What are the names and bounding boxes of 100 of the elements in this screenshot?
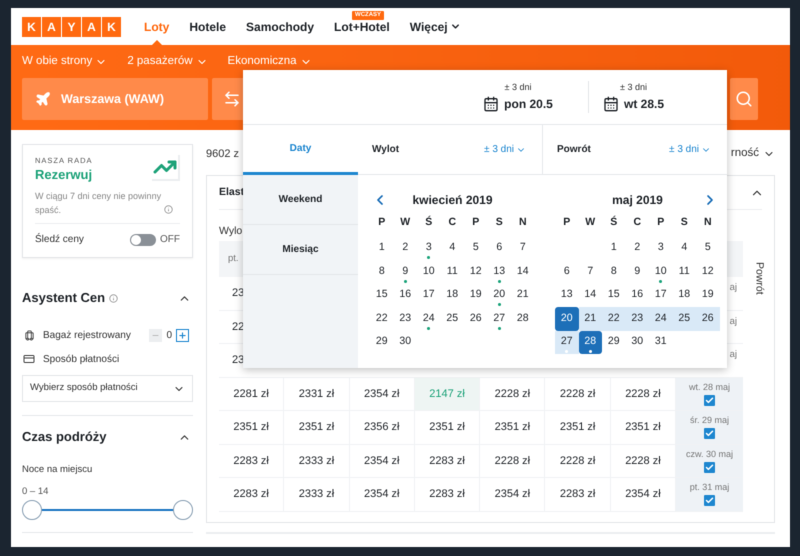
calendar-day[interactable]: 8	[370, 260, 394, 284]
calendar-day[interactable]: 17	[649, 284, 672, 307]
calendar-day[interactable]: 1	[370, 236, 394, 260]
calendar-day[interactable]: 14	[578, 284, 602, 307]
price-cell[interactable]: 2354 zł	[350, 444, 415, 477]
slider-handle[interactable]	[22, 500, 42, 520]
price-cell[interactable]: 2351 zł	[545, 411, 611, 444]
nav-tab[interactable]: Lot+Hotel	[334, 18, 390, 36]
calendar-day[interactable]: 10	[649, 260, 672, 284]
calendar-day[interactable]: 28	[578, 330, 602, 354]
checkbox[interactable]	[704, 428, 716, 439]
calendar-day[interactable]: 7	[578, 260, 602, 284]
calendar-day[interactable]: 16	[394, 284, 417, 307]
calendar-day[interactable]: 22	[370, 307, 394, 330]
calendar-day[interactable]: 21	[578, 307, 602, 330]
calendar-day[interactable]: 21	[511, 284, 534, 307]
calendar-day[interactable]: 18	[440, 284, 464, 307]
price-cell[interactable]: 2354 zł	[350, 478, 415, 510]
calendar-day[interactable]: 9	[626, 260, 649, 284]
price-cell[interactable]: 2333 zł	[284, 444, 350, 477]
calendar-day[interactable]: 7	[511, 236, 534, 260]
date-mode-tab[interactable]: Daty	[243, 125, 358, 175]
increase-button[interactable]	[176, 328, 189, 342]
calendar-day[interactable]: 13	[488, 260, 511, 284]
flex-days-dropdown[interactable]: ± 3 dni	[669, 142, 711, 157]
price-cell[interactable]: 2283 zł	[219, 478, 284, 510]
calendar-day[interactable]: 9	[394, 260, 417, 284]
price-cell[interactable]: 2228 zł	[480, 378, 546, 410]
calendar-day[interactable]: 19	[464, 284, 488, 307]
calendar-day[interactable]: 30	[394, 330, 417, 354]
price-cell[interactable]: 2354 zł	[480, 478, 546, 510]
calendar-day[interactable]: 8	[602, 260, 626, 284]
calendar-day[interactable]: 10	[417, 260, 440, 284]
calendar-day[interactable]: 29	[370, 330, 394, 354]
calendar-day[interactable]: 29	[602, 330, 626, 354]
calendar-day[interactable]: 27	[488, 307, 511, 330]
price-cell[interactable]: 2283 zł	[545, 478, 611, 510]
price-cell[interactable]: 2331 zł	[284, 378, 350, 410]
calendar-day[interactable]: 14	[511, 260, 534, 284]
calendar-day[interactable]: 25	[440, 307, 464, 330]
price-cell[interactable]: 2228 zł	[480, 444, 546, 477]
calendar-day[interactable]: 24	[649, 307, 672, 330]
price-cell[interactable]: 2281 zł	[219, 378, 284, 410]
calendar-day[interactable]: 4	[672, 236, 696, 260]
calendar-day[interactable]: 3	[417, 236, 440, 260]
calendar-day[interactable]: 4	[440, 236, 464, 260]
nights-slider[interactable]	[22, 500, 193, 520]
calendar-day[interactable]: 15	[370, 284, 394, 307]
price-cell[interactable]: 2228 zł	[545, 378, 611, 410]
calendar-day[interactable]: 11	[672, 260, 696, 284]
calendar-day[interactable]: 11	[440, 260, 464, 284]
calendar-day[interactable]: 30	[626, 330, 649, 354]
toggle-switch[interactable]	[130, 234, 156, 246]
price-cell[interactable]: 2351 zł	[414, 411, 480, 444]
price-cell[interactable]: 2283 zł	[219, 444, 284, 477]
price-cell[interactable]: 2351 zł	[480, 411, 546, 444]
checkbox[interactable]	[704, 394, 716, 406]
calendar-day[interactable]: 17	[417, 284, 440, 307]
calendar-day[interactable]: 23	[626, 307, 649, 330]
calendar-day[interactable]: 5	[464, 236, 488, 260]
checkbox[interactable]	[704, 462, 716, 472]
calendar-day[interactable]: 26	[696, 307, 720, 330]
calendar-day[interactable]: 13	[555, 284, 578, 307]
price-cell[interactable]: 2283 zł	[414, 444, 480, 477]
calendar-day[interactable]: 27	[555, 330, 578, 354]
calendar-day[interactable]: 19	[696, 284, 720, 307]
price-cell[interactable]: 2356 zł	[350, 411, 415, 444]
calendar-day[interactable]: 16	[626, 284, 649, 307]
calendar-day[interactable]: 25	[672, 307, 696, 330]
calendar-day[interactable]: 28	[511, 307, 534, 330]
calendar-day[interactable]: 3	[649, 236, 672, 260]
slider-handle[interactable]	[173, 500, 193, 520]
calendar-day[interactable]: 6	[488, 236, 511, 260]
calendar-day[interactable]: 15	[602, 284, 626, 307]
calendar-day[interactable]: 22	[602, 307, 626, 330]
calendar-day[interactable]: 12	[464, 260, 488, 284]
calendar-day[interactable]: 6	[555, 260, 578, 284]
calendar-day[interactable]: 26	[464, 307, 488, 330]
date-field[interactable]: ± 3 dni pon 20.5	[448, 81, 588, 113]
nav-tab[interactable]: Samochody	[246, 18, 314, 36]
price-cell[interactable]: 2283 zł	[414, 478, 480, 510]
date-mode-tab[interactable]: Miesiąc	[243, 225, 358, 275]
calendar-day[interactable]: 2	[394, 236, 417, 260]
nav-tab[interactable]: Hotele	[189, 18, 226, 36]
calendar-day[interactable]: 1	[602, 236, 626, 260]
calendar-day[interactable]: 24	[417, 307, 440, 330]
date-mode-tab[interactable]: Weekend	[243, 175, 358, 225]
price-cell[interactable]: 2333 zł	[284, 478, 350, 510]
calendar-day[interactable]: 18	[672, 284, 696, 307]
price-cell[interactable]: 2351 zł	[284, 411, 350, 444]
payment-select[interactable]: Wybierz sposób płatności	[22, 375, 193, 402]
calendar-day[interactable]: 20	[488, 284, 511, 307]
checkbox[interactable]	[704, 495, 716, 506]
price-cell[interactable]: 2228 zł	[545, 444, 611, 477]
calendar-day[interactable]: 31	[649, 330, 672, 354]
search-button[interactable]	[730, 78, 758, 120]
nav-tab[interactable]: Więcej	[410, 18, 461, 36]
calendar-day[interactable]: 20	[555, 307, 578, 330]
sort-dropdown[interactable]: rność	[730, 145, 775, 163]
calendar-day[interactable]: 23	[394, 307, 417, 330]
